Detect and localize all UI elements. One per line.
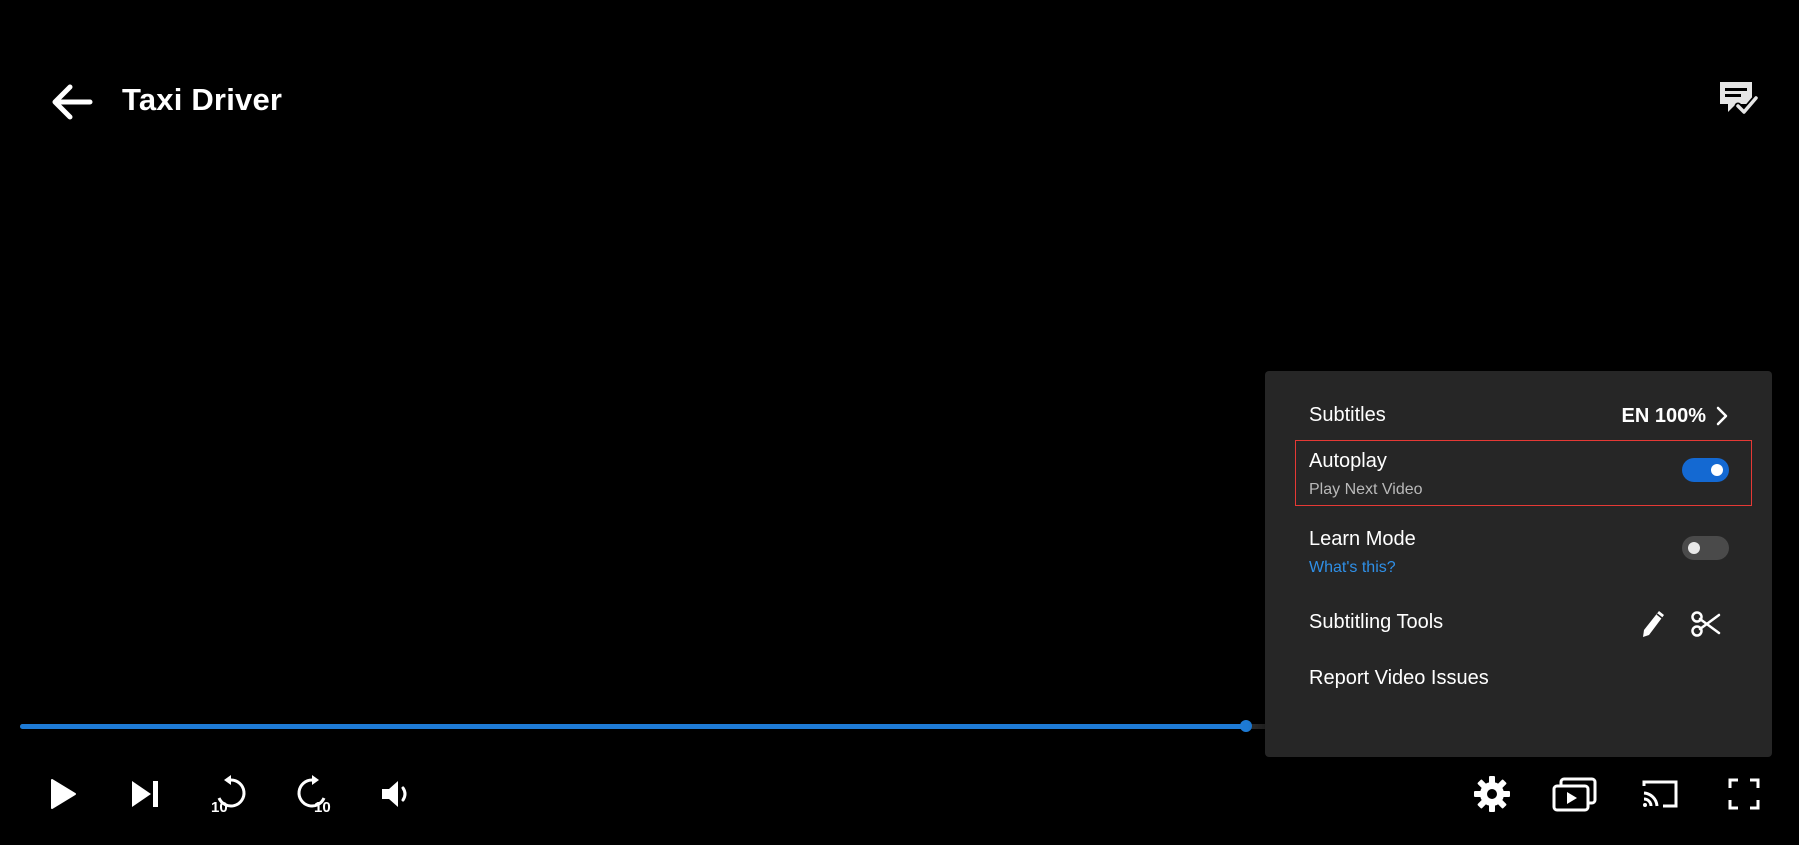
edit-subtitles-button[interactable] — [1636, 607, 1670, 641]
rewind-10-button[interactable]: 10 — [205, 772, 253, 816]
subtitling-tools-row: Subtitling Tools — [1265, 607, 1772, 641]
replay-10-icon: 10 — [211, 775, 246, 814]
cast-button[interactable] — [1636, 772, 1684, 816]
autoplay-row[interactable]: Autoplay Play Next Video — [1265, 446, 1772, 506]
toggle-knob — [1711, 464, 1723, 476]
autoplay-sublabel: Play Next Video — [1309, 481, 1423, 498]
progress-fill — [20, 724, 1247, 729]
volume-button[interactable] — [373, 772, 421, 816]
pip-icon — [1552, 777, 1597, 812]
svg-text:10: 10 — [314, 799, 331, 814]
next-button[interactable] — [121, 772, 169, 816]
video-player[interactable]: Taxi Driver 10 10 Subtitles EN 100% Auto… — [0, 0, 1799, 845]
skip-next-icon — [132, 781, 158, 807]
toggle-knob — [1688, 542, 1700, 554]
settings-menu: Subtitles EN 100% Autoplay Play Next Vid… — [1265, 371, 1772, 757]
forward-10-icon: 10 — [297, 775, 331, 814]
gear-icon — [1474, 776, 1510, 812]
sync-subtitles-button[interactable] — [1689, 607, 1723, 641]
cast-icon — [1642, 780, 1678, 808]
subtitles-value[interactable]: EN 100% — [1622, 401, 1729, 431]
subtitles-button[interactable] — [1716, 78, 1760, 122]
arrow-left-icon — [52, 84, 93, 120]
report-issues-row[interactable]: Report Video Issues — [1265, 663, 1772, 697]
forward-10-button[interactable]: 10 — [290, 772, 338, 816]
subtitles-label: Subtitles — [1309, 404, 1386, 426]
fullscreen-icon — [1728, 778, 1760, 810]
progress-thumb[interactable] — [1240, 720, 1253, 732]
scissors-icon — [1691, 611, 1721, 637]
learn-mode-row[interactable]: Learn Mode What's this? — [1265, 524, 1772, 584]
subtitling-tools-label: Subtitling Tools — [1309, 611, 1444, 633]
learn-mode-label: Learn Mode — [1309, 528, 1416, 550]
chevron-right-icon — [1716, 406, 1728, 426]
autoplay-label: Autoplay — [1309, 450, 1387, 472]
fullscreen-button[interactable] — [1720, 772, 1768, 816]
subtitle-check-icon — [1720, 82, 1760, 116]
pencil-icon — [1643, 611, 1664, 637]
back-button[interactable] — [48, 80, 98, 124]
volume-icon — [382, 781, 407, 807]
play-button[interactable] — [38, 772, 86, 816]
subtitles-language-value: EN 100% — [1621, 405, 1707, 427]
picture-in-picture-button[interactable] — [1551, 772, 1599, 816]
subtitles-row[interactable]: Subtitles EN 100% — [1265, 401, 1772, 435]
autoplay-toggle[interactable] — [1682, 458, 1729, 482]
settings-button[interactable] — [1468, 772, 1516, 816]
report-issues-label: Report Video Issues — [1309, 667, 1489, 689]
learn-mode-toggle[interactable] — [1682, 536, 1729, 560]
video-title: Taxi Driver — [122, 82, 283, 117]
svg-text:10: 10 — [211, 799, 228, 814]
whats-this-link[interactable]: What's this? — [1309, 559, 1396, 577]
play-icon — [51, 779, 76, 809]
